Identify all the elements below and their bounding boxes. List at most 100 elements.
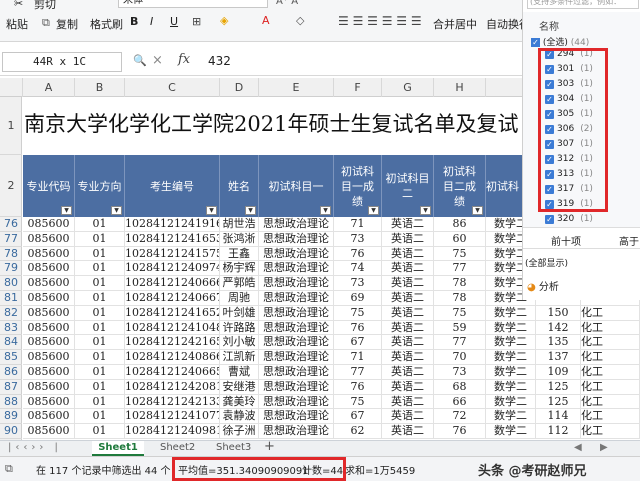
table-cell[interactable]: 刘小敏 <box>220 335 259 351</box>
table-cell[interactable]: 01 <box>75 217 125 232</box>
table-cell[interactable]: 142 <box>536 320 581 336</box>
column-header-g[interactable]: G <box>382 78 434 97</box>
table-cell[interactable]: 英语二 <box>382 305 434 321</box>
filter-item[interactable]: ✓ 320 (1) <box>545 214 593 224</box>
table-cell[interactable]: 思想政治理论 <box>259 276 334 291</box>
table-cell[interactable]: 英语二 <box>382 394 434 410</box>
table-cell[interactable]: 思想政治理论 <box>259 305 334 321</box>
table-cell[interactable]: 化工 <box>581 350 640 365</box>
column-header-a[interactable]: A <box>23 78 75 97</box>
table-cell[interactable]: 化工 <box>581 409 640 425</box>
sheet-tab-3[interactable]: Sheet3 <box>216 442 251 453</box>
table-cell[interactable]: 英语二 <box>382 217 434 232</box>
table-cell[interactable]: 01 <box>75 231 125 247</box>
table-cell[interactable]: 66 <box>434 394 486 410</box>
font-size-controls[interactable]: A⁺ A⁻ <box>276 0 303 7</box>
row-header[interactable]: 82 <box>0 306 22 321</box>
table-cell[interactable]: 085600 <box>23 409 75 425</box>
table-cell[interactable]: 周驰 <box>220 291 259 306</box>
table-cell[interactable]: 102841212416531 <box>125 231 220 247</box>
table-cell[interactable]: 思想政治理论 <box>259 394 334 410</box>
table-cell[interactable]: 75 <box>434 305 486 321</box>
table-cell[interactable]: 78 <box>434 276 486 291</box>
column-header-h[interactable]: H <box>434 78 486 97</box>
table-cell[interactable]: 英语二 <box>382 320 434 336</box>
header-exam-id[interactable]: 考生编号 ▼ <box>125 155 220 217</box>
table-cell[interactable]: 102841212406654 <box>125 365 220 380</box>
table-cell[interactable]: 化工 <box>581 335 640 351</box>
table-cell[interactable]: 思想政治理论 <box>259 320 334 336</box>
table-cell[interactable]: 109 <box>536 365 581 380</box>
table-cell[interactable]: 137 <box>536 350 581 365</box>
name-box[interactable]: 44R x 1C <box>2 52 122 72</box>
filter-dropdown-icon[interactable]: ▼ <box>420 206 431 215</box>
table-cell[interactable]: 思想政治理论 <box>259 291 334 306</box>
table-cell[interactable]: 86 <box>434 217 486 232</box>
table-cell[interactable]: 114 <box>536 409 581 425</box>
table-cell[interactable]: 102841212421332 <box>125 394 220 410</box>
table-cell[interactable]: 60 <box>434 231 486 247</box>
table-cell[interactable]: 01 <box>75 305 125 321</box>
table-cell[interactable]: 英语二 <box>382 409 434 425</box>
bold-button[interactable]: B <box>130 15 138 28</box>
table-cell[interactable]: 思想政治理论 <box>259 409 334 425</box>
table-cell[interactable]: 叶剑雄 <box>220 305 259 321</box>
table-cell[interactable]: 102841212409815 <box>125 424 220 439</box>
table-cell[interactable]: 102841212419169 <box>125 217 220 232</box>
cut-button[interactable]: 剪切 <box>34 0 56 12</box>
table-cell[interactable]: 085600 <box>23 394 75 410</box>
table-cell[interactable]: 思想政治理论 <box>259 379 334 395</box>
table-cell[interactable]: 085600 <box>23 305 75 321</box>
table-cell[interactable]: 数学二 <box>486 320 536 336</box>
table-cell[interactable]: 01 <box>75 335 125 351</box>
column-header-d[interactable]: D <box>220 78 259 97</box>
underline-button[interactable]: U <box>170 15 178 28</box>
cancel-icon[interactable]: × <box>152 53 163 68</box>
table-cell[interactable]: 严郭皓 <box>220 276 259 291</box>
table-cell[interactable]: 150 <box>536 305 581 321</box>
table-cell[interactable]: 102841212416529 <box>125 305 220 321</box>
row-header[interactable]: 79 <box>0 261 22 277</box>
format-painter-button[interactable]: 格式刷 <box>90 16 123 32</box>
table-cell[interactable]: 085600 <box>23 424 75 439</box>
table-cell[interactable]: 78 <box>434 291 486 306</box>
filter-dropdown-icon[interactable]: ▼ <box>472 206 483 215</box>
row-header[interactable]: 80 <box>0 276 22 291</box>
table-cell[interactable]: 01 <box>75 350 125 365</box>
header-subject2-score[interactable]: 初试科目二成绩 ▼ <box>434 155 486 217</box>
row-header[interactable]: 87 <box>0 380 22 395</box>
row-header[interactable]: 77 <box>0 232 22 247</box>
sheet-tab-2[interactable]: Sheet2 <box>160 442 195 453</box>
table-cell[interactable]: 77 <box>434 261 486 277</box>
table-cell[interactable]: 085600 <box>23 379 75 395</box>
table-cell[interactable]: 73 <box>434 365 486 380</box>
show-all-link[interactable]: (全部显示) <box>525 256 568 269</box>
row-header[interactable]: 90 <box>0 424 22 439</box>
table-cell[interactable]: 102841212408663 <box>125 350 220 365</box>
table-cell[interactable]: 77 <box>334 365 382 380</box>
row-header[interactable]: 83 <box>0 321 22 336</box>
table-cell[interactable]: 英语二 <box>382 365 434 380</box>
header-subject3[interactable]: 初试科 <box>486 155 523 217</box>
table-cell[interactable]: 68 <box>434 379 486 395</box>
table-cell[interactable]: 数学二 <box>486 350 536 365</box>
table-cell[interactable]: 76 <box>334 320 382 336</box>
table-cell[interactable]: 袁静波 <box>220 409 259 425</box>
header-subject1[interactable]: 初试科目一 ▼ <box>259 155 334 217</box>
zoom-icon[interactable]: 🔍 <box>133 54 147 67</box>
filter-search-input[interactable]: (支持多条件过滤，例如： <box>527 0 639 9</box>
align-icons[interactable]: ☰ ☰ ☰ ☰ ☰ ☰ <box>338 14 422 28</box>
table-cell[interactable]: 思想政治理论 <box>259 246 334 262</box>
row-header-1[interactable]: 1 <box>0 97 22 155</box>
table-cell[interactable]: 思想政治理论 <box>259 350 334 365</box>
header-subject2[interactable]: 初试科目二 ▼ <box>382 155 434 217</box>
table-cell[interactable]: 英语二 <box>382 350 434 365</box>
table-cell[interactable]: 01 <box>75 394 125 410</box>
table-cell[interactable]: 125 <box>536 379 581 395</box>
filter-dropdown-icon[interactable]: ▼ <box>368 206 379 215</box>
above-average-button[interactable]: 高于 <box>619 233 639 248</box>
table-cell[interactable]: 数学二 <box>486 379 536 395</box>
table-cell[interactable]: 数学二 <box>486 409 536 425</box>
italic-button[interactable]: I <box>150 15 153 28</box>
table-cell[interactable]: 英语二 <box>382 246 434 262</box>
